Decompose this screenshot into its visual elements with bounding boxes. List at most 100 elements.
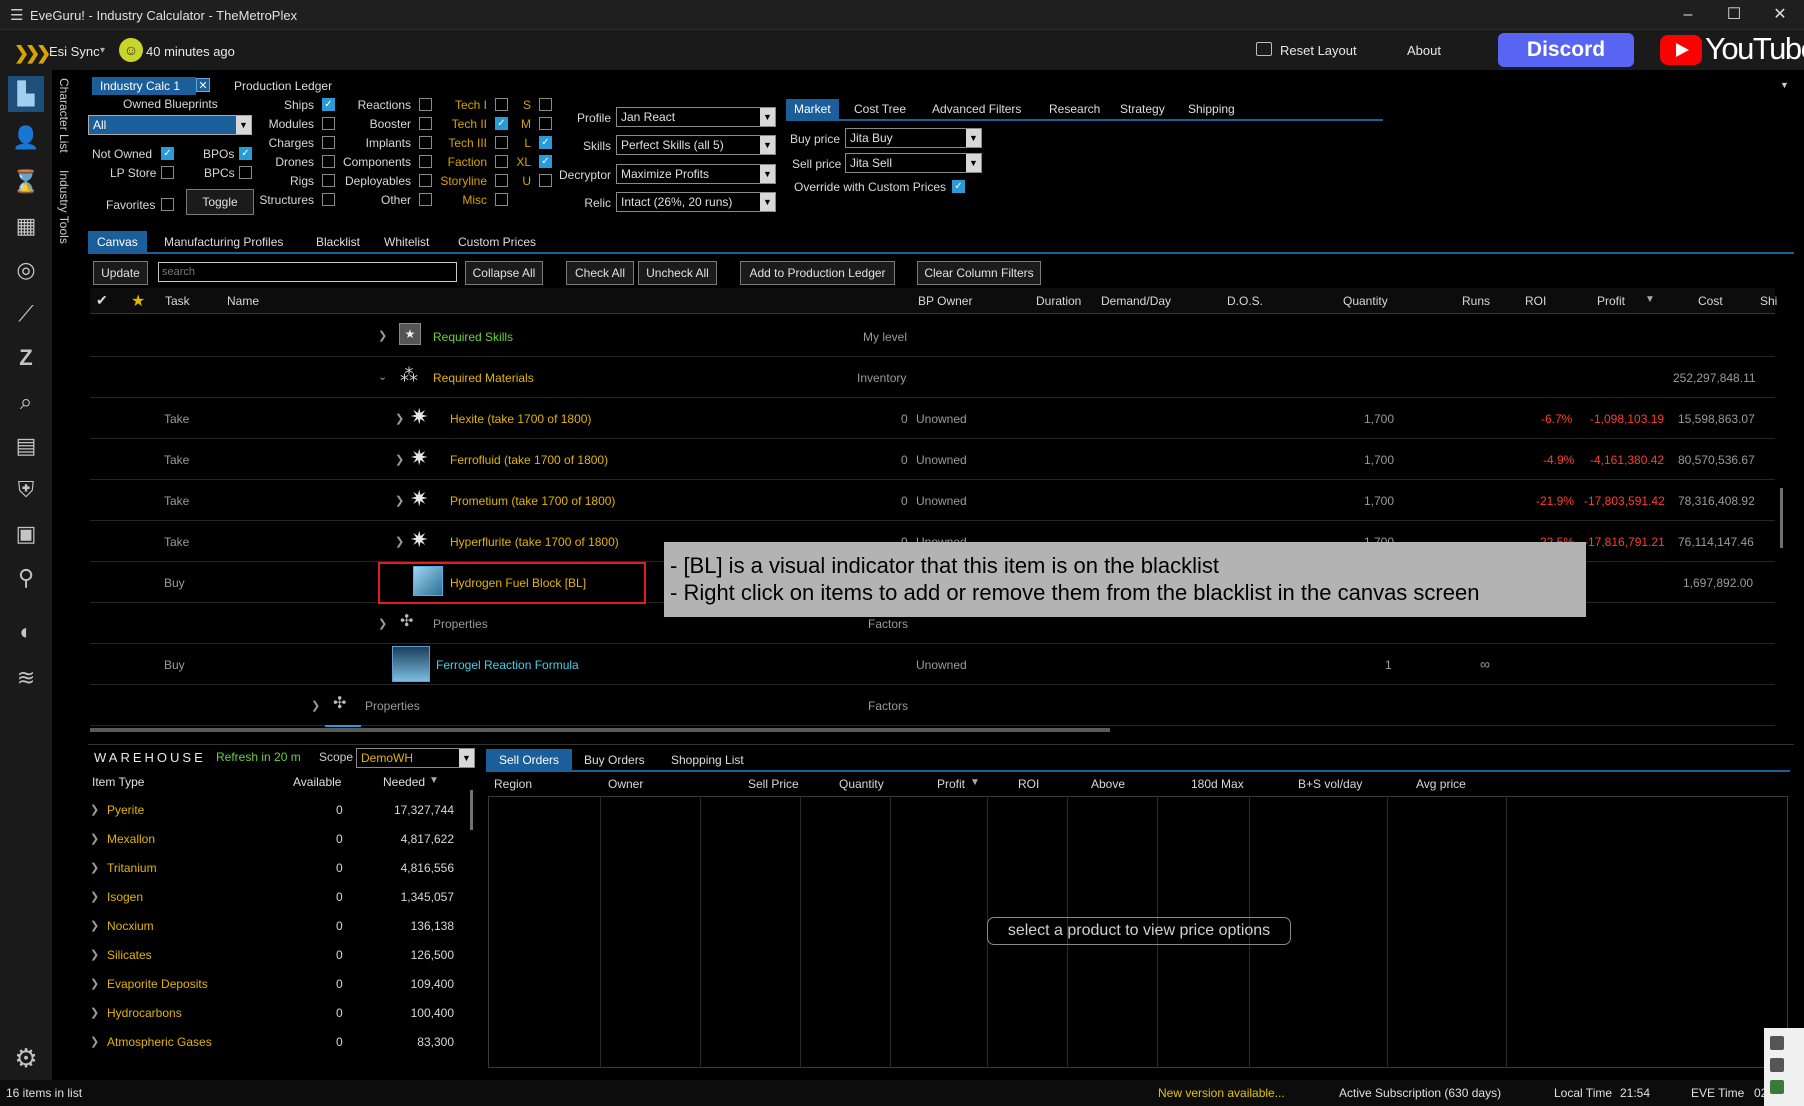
col-name[interactable]: Name [227,294,259,308]
check-column-icon[interactable]: ✔ [96,292,108,309]
order-col-avg-price[interactable]: Avg price [1416,777,1466,791]
expand-chevron-icon[interactable]: ❯ [395,453,404,466]
tab-buy-orders[interactable]: Buy Orders [576,749,653,771]
col-duration[interactable]: Duration [1036,294,1081,308]
warehouse-row[interactable]: ❯ Tritanium 0 4,816,556 [90,854,465,883]
expand-chevron-icon[interactable]: ❯ [311,699,320,712]
tab-strategy[interactable]: Strategy [1112,99,1173,119]
collapse-all-button[interactable]: Collapse All [465,261,543,285]
order-col-roi[interactable]: ROI [1018,777,1039,791]
col-dos[interactable]: D.O.S. [1227,294,1263,308]
override-custom-prices-checkbox[interactable] [952,180,965,193]
col-shipping[interactable]: Shi [1760,294,1777,308]
tray-save-icon[interactable] [1770,1036,1784,1050]
filter-faction-checkbox[interactable] [495,155,508,168]
expand-chevron-icon[interactable]: ❯ [378,329,387,342]
tree-row[interactable] [90,357,1775,398]
skills-select[interactable]: Perfect Skills (all 5) ▼ [616,135,776,155]
warehouse-row[interactable]: ❯ Hydrocarbons 0 100,400 [90,999,465,1028]
bpcs-checkbox[interactable] [239,166,252,179]
z-icon[interactable]: Z [8,340,44,376]
order-col-above[interactable]: Above [1091,777,1125,791]
filter-tech1-checkbox[interactable] [495,98,508,111]
col-profit[interactable]: Profit [1597,294,1625,308]
tab-production-ledger[interactable]: Production Ledger [226,77,340,95]
add-to-production-ledger-button[interactable]: Add to Production Ledger [740,261,895,285]
filter-booster-checkbox[interactable] [419,117,432,130]
warehouse-row[interactable]: ❯ Evaporite Deposits 0 109,400 [90,970,465,999]
filter-implants-checkbox[interactable] [419,136,432,149]
research-icon[interactable]: ⚲ [8,560,44,596]
planet-icon[interactable]: ◐ [8,614,44,650]
tab-research[interactable]: Research [1041,99,1108,119]
buy-price-select[interactable]: Jita Buy ▼ [845,128,982,148]
relic-select[interactable]: Intact (26%, 20 runs) ▼ [616,192,776,212]
chart-icon[interactable]: ⟋ [8,296,44,332]
tab-shipping[interactable]: Shipping [1180,99,1243,119]
expand-chevron-icon[interactable]: ❯ [378,617,387,630]
close-tab-icon[interactable]: ✕ [196,78,210,92]
filter-size-u-checkbox[interactable] [539,174,552,187]
filter-modules-checkbox[interactable] [322,117,335,130]
col-needed[interactable]: Needed [383,775,425,789]
sell-price-select[interactable]: Jita Sell ▼ [845,153,982,173]
expand-chevron-icon[interactable]: ❯ [395,494,404,507]
expand-chevron-icon[interactable]: ❯ [90,890,99,903]
col-bp-owner[interactable]: BP Owner [918,294,972,308]
tab-cost-tree[interactable]: Cost Tree [846,99,914,119]
tab-custom-prices[interactable]: Custom Prices [450,231,544,253]
warehouse-scope-select[interactable]: DemoWH ▼ [356,748,475,768]
esi-sync-icon[interactable]: ❯❯❯ [14,43,51,64]
expand-chevron-icon[interactable]: ❯ [90,948,99,961]
esi-sync-label[interactable]: Esi Sync [49,44,100,59]
filter-tech3-checkbox[interactable] [495,136,508,149]
sort-desc-icon[interactable]: ▼ [970,777,980,788]
warehouse-row[interactable]: ❯ Nocxium 0 136,138 [90,912,465,941]
order-col-bs-vol-day[interactable]: B+S vol/day [1298,777,1362,791]
order-col-quantity[interactable]: Quantity [839,777,884,791]
order-col-region[interactable]: Region [494,777,532,791]
filter-reactions-checkbox[interactable] [419,98,432,111]
order-col-sell-price[interactable]: Sell Price [748,777,799,791]
menu-icon[interactable]: ☰ [10,6,23,24]
col-runs[interactable]: Runs [1462,294,1490,308]
about-button[interactable]: About [1407,43,1441,58]
search-input[interactable]: search [158,262,457,282]
settings-gear-icon[interactable]: ⚙ [8,1040,44,1076]
warehouse-row[interactable]: ❯ Isogen 0 1,345,057 [90,883,465,912]
maximize-button[interactable]: ☐ [1712,0,1756,30]
expand-chevron-icon[interactable]: ❯ [90,1035,99,1048]
filter-other-checkbox[interactable] [419,193,432,206]
minimize-button[interactable]: – [1666,0,1710,30]
filter-drones-checkbox[interactable] [322,155,335,168]
warehouse-row[interactable]: ❯ Atmospheric Gases 0 83,300 [90,1028,465,1057]
tab-industry-calc-1[interactable]: Industry Calc 1 [92,77,196,95]
search-magnifier-icon[interactable]: ⌕ [8,384,44,420]
expand-chevron-icon[interactable]: ❯ [90,977,99,990]
filter-size-s-checkbox[interactable] [539,98,552,111]
industry-tools-tab[interactable]: Industry Tools [57,170,71,244]
calculator-icon[interactable]: ▦ [8,208,44,244]
lp-store-checkbox[interactable] [161,166,174,179]
tab-sell-orders[interactable]: Sell Orders [486,749,573,771]
favorites-checkbox[interactable] [161,198,174,211]
hourglass-icon[interactable]: ⌛ [8,164,44,200]
warehouse-row[interactable]: ❯ Silicates 0 126,500 [90,941,465,970]
filter-tech2-checkbox[interactable] [495,117,508,130]
warehouse-refresh[interactable]: Refresh in 20 m [216,750,301,764]
col-quantity[interactable]: Quantity [1343,294,1388,308]
owned-blueprints-select[interactable]: All ▼ [88,115,252,135]
expand-chevron-icon[interactable]: ❯ [90,803,99,816]
update-button[interactable]: Update [93,261,148,285]
new-version-link[interactable]: New version available... [1158,1086,1285,1100]
tab-shopping-list[interactable]: Shopping List [663,749,752,771]
check-all-button[interactable]: Check All [566,261,634,285]
col-available[interactable]: Available [293,775,341,789]
industry-factory-icon[interactable]: ▙ [8,76,44,112]
order-col-profit[interactable]: Profit [937,777,965,791]
canvas-horizontal-scrollbar[interactable] [90,728,1110,732]
close-window-button[interactable]: ✕ [1758,0,1802,30]
market-analysis-icon[interactable]: ◎ [8,252,44,288]
layers-icon[interactable]: ≋ [8,660,44,696]
collapse-chevron-icon[interactable]: ⌄ [378,370,387,383]
